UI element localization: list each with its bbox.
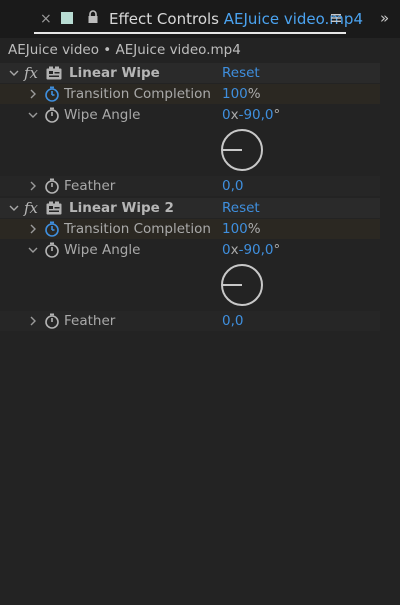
property-label: Transition Completion <box>64 221 211 237</box>
property-row-transition-completion[interactable]: Transition Completion 100% <box>0 219 380 239</box>
property-row-wipe-angle[interactable]: Wipe Angle 0x-90,0° <box>0 105 380 125</box>
breadcrumb: AEJuice video • AEJuice video.mp4 <box>8 42 241 58</box>
panel-title: Effect Controls AEJuice video.mp4 <box>109 10 363 28</box>
feather-number[interactable]: 0,0 <box>222 313 243 329</box>
chevron-down-icon[interactable] <box>27 108 39 122</box>
stopwatch-active-icon[interactable] <box>44 86 60 102</box>
angle-value[interactable]: 0x-90,0° <box>222 240 280 260</box>
layer-color-swatch <box>61 12 73 24</box>
panel-overflow-button[interactable]: » <box>380 9 389 27</box>
degree-unit: ° <box>273 107 281 123</box>
angle-separator: x <box>230 107 239 123</box>
property-row-feather[interactable]: Feather 0,0 <box>0 311 380 331</box>
property-label: Feather <box>64 178 116 194</box>
chevron-right-icon[interactable] <box>27 179 39 193</box>
chevron-down-icon[interactable] <box>8 66 20 80</box>
angle-value[interactable]: 0x-90,0° <box>222 105 280 125</box>
lock-icon[interactable] <box>87 10 99 24</box>
fx-toggle[interactable]: fx <box>24 198 38 218</box>
angle-degrees[interactable]: -90,0 <box>239 242 274 258</box>
active-tab-indicator <box>34 32 346 34</box>
percent-unit: % <box>247 86 261 102</box>
property-row-feather[interactable]: Feather 0,0 <box>0 176 380 196</box>
fx-toggle[interactable]: fx <box>24 63 38 83</box>
chevron-down-icon[interactable] <box>8 201 20 215</box>
feather-value[interactable]: 0,0 <box>222 311 243 331</box>
close-tab-button[interactable]: × <box>40 10 52 28</box>
angle-dial[interactable] <box>219 127 265 173</box>
reset-button[interactable]: Reset <box>222 198 260 218</box>
clip-name-menu[interactable]: AEJuice video.mp4 <box>224 10 363 28</box>
chevron-right-icon[interactable] <box>27 87 39 101</box>
completion-number[interactable]: 100 <box>222 86 248 102</box>
angle-separator: x <box>230 242 239 258</box>
stopwatch-icon[interactable] <box>44 313 60 329</box>
property-row-wipe-angle[interactable]: Wipe Angle 0x-90,0° <box>0 240 380 260</box>
stopwatch-icon[interactable] <box>44 107 60 123</box>
effect-name: Linear Wipe <box>69 65 160 81</box>
effect-name: Linear Wipe 2 <box>69 200 174 216</box>
stopwatch-icon[interactable] <box>44 242 60 258</box>
hamburger-menu-icon[interactable] <box>330 12 342 24</box>
angle-degrees[interactable]: -90,0 <box>239 107 274 123</box>
percent-unit: % <box>247 221 261 237</box>
chevron-right-icon[interactable] <box>27 222 39 236</box>
panel-title-prefix: Effect Controls <box>109 10 224 28</box>
effect-preset-icon <box>46 66 62 80</box>
feather-value[interactable]: 0,0 <box>222 176 243 196</box>
chevron-down-icon[interactable] <box>27 243 39 257</box>
panel-header: × Effect Controls AEJuice video.mp4 » <box>0 0 400 38</box>
property-label: Wipe Angle <box>64 107 141 123</box>
feather-number[interactable]: 0,0 <box>222 178 243 194</box>
property-label: Wipe Angle <box>64 242 141 258</box>
effect-preset-icon <box>46 201 62 215</box>
effect-header-linear-wipe-2[interactable]: fx Linear Wipe 2 Reset <box>0 198 380 218</box>
property-label: Transition Completion <box>64 86 211 102</box>
stopwatch-active-icon[interactable] <box>44 221 60 237</box>
angle-revolutions[interactable]: 0 <box>222 107 231 123</box>
chevron-right-icon[interactable] <box>27 314 39 328</box>
degree-unit: ° <box>273 242 281 258</box>
property-label: Feather <box>64 313 116 329</box>
effect-controls-tab[interactable]: × Effect Controls AEJuice video.mp4 <box>34 0 363 38</box>
property-row-transition-completion[interactable]: Transition Completion 100% <box>0 84 380 104</box>
completion-number[interactable]: 100 <box>222 221 248 237</box>
stopwatch-icon[interactable] <box>44 178 60 194</box>
angle-revolutions[interactable]: 0 <box>222 242 231 258</box>
angle-dial[interactable] <box>219 262 265 308</box>
completion-value[interactable]: 100% <box>222 84 261 104</box>
effect-header-linear-wipe[interactable]: fx Linear Wipe Reset <box>0 63 380 83</box>
reset-button[interactable]: Reset <box>222 63 260 83</box>
completion-value[interactable]: 100% <box>222 219 261 239</box>
